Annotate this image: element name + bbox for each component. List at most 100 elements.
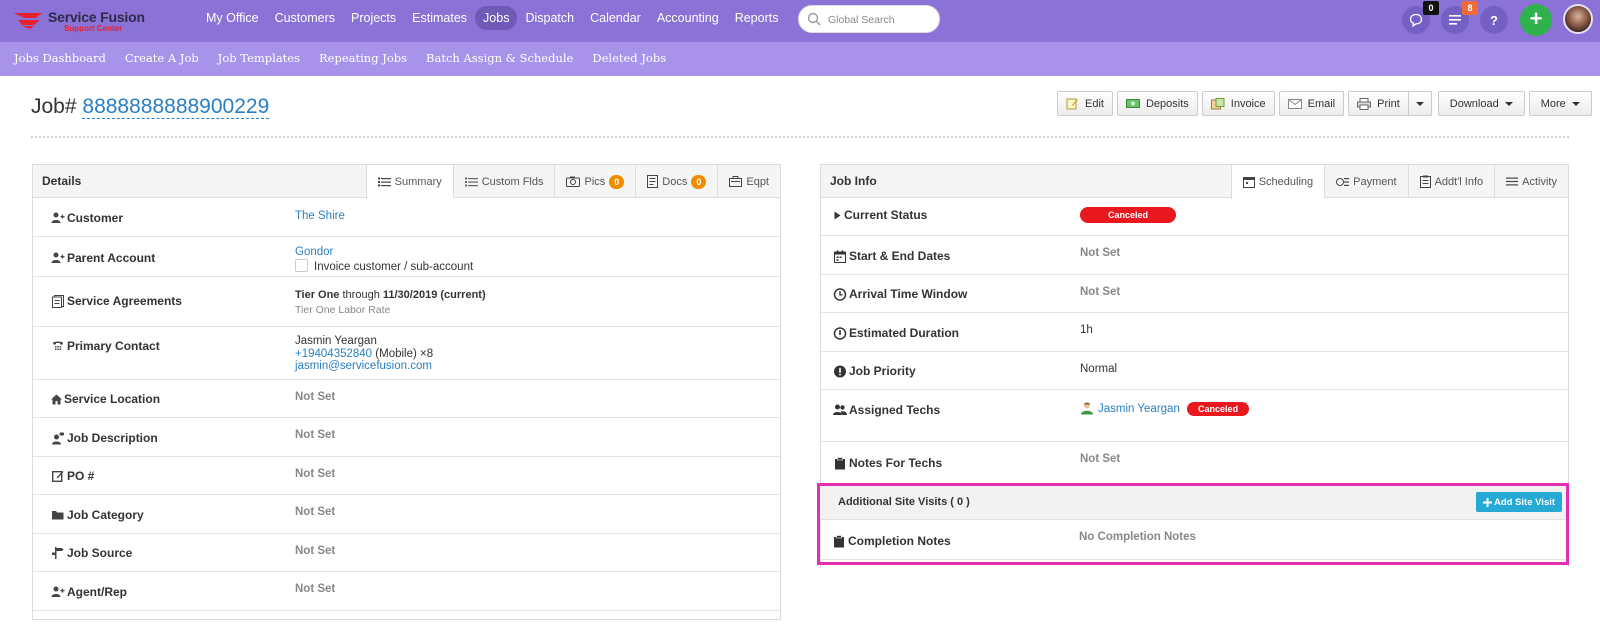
- duration-value: 1h: [1080, 324, 1093, 336]
- list-icon: [464, 177, 478, 186]
- parent-account-link[interactable]: Gondor: [295, 246, 333, 258]
- worker-icon: [52, 432, 64, 444]
- job-info-panel-header: Job Info Scheduling Payment Addt'l Info …: [821, 165, 1568, 199]
- email-button[interactable]: Email: [1278, 91, 1345, 116]
- nav-customers[interactable]: Customers: [267, 6, 343, 30]
- nav-estimates[interactable]: Estimates: [404, 6, 475, 30]
- group-icon: [833, 404, 847, 415]
- service-fusion-logo[interactable]: Service Fusion Support Center: [12, 6, 152, 36]
- job-prefix: Job#: [31, 95, 77, 118]
- search-placeholder: Global Search: [828, 14, 895, 26]
- dates-value: Not Set: [1080, 247, 1121, 259]
- pics-count-badge: 0: [609, 174, 625, 189]
- caret-down-icon: [1415, 101, 1424, 106]
- tab-payment[interactable]: Payment: [1324, 165, 1407, 198]
- more-dropdown[interactable]: More: [1528, 91, 1592, 116]
- tab-summary[interactable]: Summary: [365, 165, 453, 199]
- caret-down-icon: [1504, 101, 1513, 106]
- invoice-icon: [1210, 97, 1225, 109]
- subnav-jobs-dashboard[interactable]: Jobs Dashboard: [14, 51, 106, 65]
- nav-jobs[interactable]: Jobs: [475, 6, 518, 30]
- edit-square-icon: [51, 471, 64, 482]
- quick-add-button[interactable]: +: [1520, 4, 1552, 36]
- nav-dispatch[interactable]: Dispatch: [517, 6, 582, 30]
- detail-row-customer: Customer The Shire: [33, 198, 780, 237]
- info-row-dates: Start & End Dates Not Set: [821, 236, 1568, 275]
- current-status-toggle[interactable]: Current Status: [831, 208, 927, 222]
- deposits-button[interactable]: Deposits: [1116, 91, 1198, 116]
- subnav-batch-assign[interactable]: Batch Assign & Schedule: [426, 51, 573, 65]
- details-title: Details: [42, 174, 82, 188]
- tab-scheduling[interactable]: Scheduling: [1230, 165, 1325, 199]
- notification-count-badge: 8: [1462, 1, 1478, 15]
- notifications-button[interactable]: 8: [1441, 1, 1478, 34]
- assigned-tech: Jasmin Yeargan Canceled: [1080, 401, 1250, 416]
- tab-activity[interactable]: Activity: [1494, 165, 1568, 198]
- assigned-tech-link[interactable]: Jasmin Yeargan: [1098, 403, 1180, 415]
- nav-calendar[interactable]: Calendar: [582, 6, 649, 30]
- detail-row-job-description: Job Description Not Set: [33, 418, 780, 457]
- contact-name: Jasmin Yeargan: [295, 335, 377, 347]
- help-icon: ?: [1490, 12, 1498, 28]
- subnav-create-a-job[interactable]: Create A Job: [125, 51, 199, 65]
- nav-projects[interactable]: Projects: [343, 6, 404, 30]
- money-icon: [1125, 99, 1140, 108]
- tab-docs[interactable]: Docs 0: [635, 165, 717, 198]
- download-dropdown[interactable]: Download: [1437, 91, 1525, 116]
- global-search-input[interactable]: Global Search: [798, 5, 940, 33]
- detail-row-job-source: Job Source Not Set: [33, 534, 780, 572]
- info-row-notes-for-techs: Notes For Techs Not Set: [821, 442, 1568, 487]
- job-source-value: Not Set: [295, 545, 336, 557]
- tab-additional-info[interactable]: Addt'l Info: [1407, 165, 1495, 198]
- folder-icon: [52, 511, 64, 520]
- clipboard-icon: [835, 456, 845, 469]
- customer-link[interactable]: The Shire: [295, 210, 345, 222]
- alert-icon: [834, 365, 846, 377]
- nav-reports[interactable]: Reports: [727, 6, 787, 30]
- job-number[interactable]: 8888888888900229: [82, 95, 270, 119]
- tab-equipment[interactable]: Eqpt: [717, 165, 780, 198]
- search-icon: [807, 12, 821, 26]
- contact-phone-line: +19404352840 (Mobile) ×8: [295, 348, 434, 360]
- tab-pics[interactable]: Pics 0: [554, 165, 635, 198]
- calendar-icon: [834, 249, 846, 263]
- phone-icon: [53, 341, 63, 350]
- help-button[interactable]: ?: [1480, 6, 1508, 34]
- detail-row-parent-account: Parent Account Gondor Invoice customer /…: [33, 237, 780, 277]
- subnav-deleted-jobs[interactable]: Deleted Jobs: [592, 51, 666, 65]
- calendar-icon: [1242, 177, 1255, 188]
- print-options-dropdown[interactable]: [1407, 91, 1432, 116]
- nav-my-office[interactable]: My Office: [198, 6, 267, 30]
- brand-tagline: Support Center: [64, 24, 123, 33]
- contact-phone-link[interactable]: +19404352840: [295, 348, 372, 360]
- invoice-button[interactable]: Invoice: [1201, 91, 1275, 116]
- details-panel: Details Summary Custom Flds Pics 0 Docs …: [32, 164, 781, 620]
- clipboard-icon: [1419, 175, 1431, 188]
- tab-custom-fields[interactable]: Custom Flds: [452, 165, 555, 198]
- edit-button[interactable]: Edit: [1057, 91, 1113, 116]
- job-actions-toolbar: Edit Deposits Invoice Email Print Downlo…: [1057, 91, 1592, 116]
- contact-email-link[interactable]: jasmin@servicefusion.com: [295, 360, 432, 372]
- print-button[interactable]: Print: [1348, 91, 1408, 116]
- subnav-repeating-jobs[interactable]: Repeating Jobs: [319, 51, 407, 65]
- invoice-sub-account-option[interactable]: Invoice customer / sub-account: [295, 259, 473, 273]
- equipment-icon: [729, 176, 743, 187]
- detail-row-primary-contact: Primary Contact Jasmin Yeargan +19404352…: [33, 327, 780, 380]
- job-info-tabs: Scheduling Payment Addt'l Info Activity: [1230, 165, 1568, 199]
- job-description-value: Not Set: [295, 429, 336, 441]
- user-avatar[interactable]: [1563, 4, 1593, 34]
- brand-name: Service Fusion: [48, 9, 145, 25]
- chat-button[interactable]: 0: [1402, 1, 1439, 34]
- agent-rep-value: Not Set: [295, 583, 336, 595]
- details-tabs: Summary Custom Flds Pics 0 Docs 0 Eqpt: [365, 165, 780, 199]
- detail-row-service-location: Service Location Not Set: [33, 380, 780, 418]
- status-badge: Canceled: [1080, 207, 1177, 223]
- priority-value: Normal: [1080, 363, 1118, 375]
- invoice-sub-account-checkbox[interactable]: [295, 259, 308, 272]
- printer-icon: [1357, 97, 1372, 110]
- subnav-job-templates[interactable]: Job Templates: [218, 51, 300, 65]
- detail-row-service-agreements: Service Agreements Tier One through 11/3…: [33, 277, 780, 327]
- agreement-rate: Tier One Labor Rate: [295, 304, 391, 316]
- camera-icon: [566, 176, 581, 187]
- nav-accounting[interactable]: Accounting: [649, 6, 727, 30]
